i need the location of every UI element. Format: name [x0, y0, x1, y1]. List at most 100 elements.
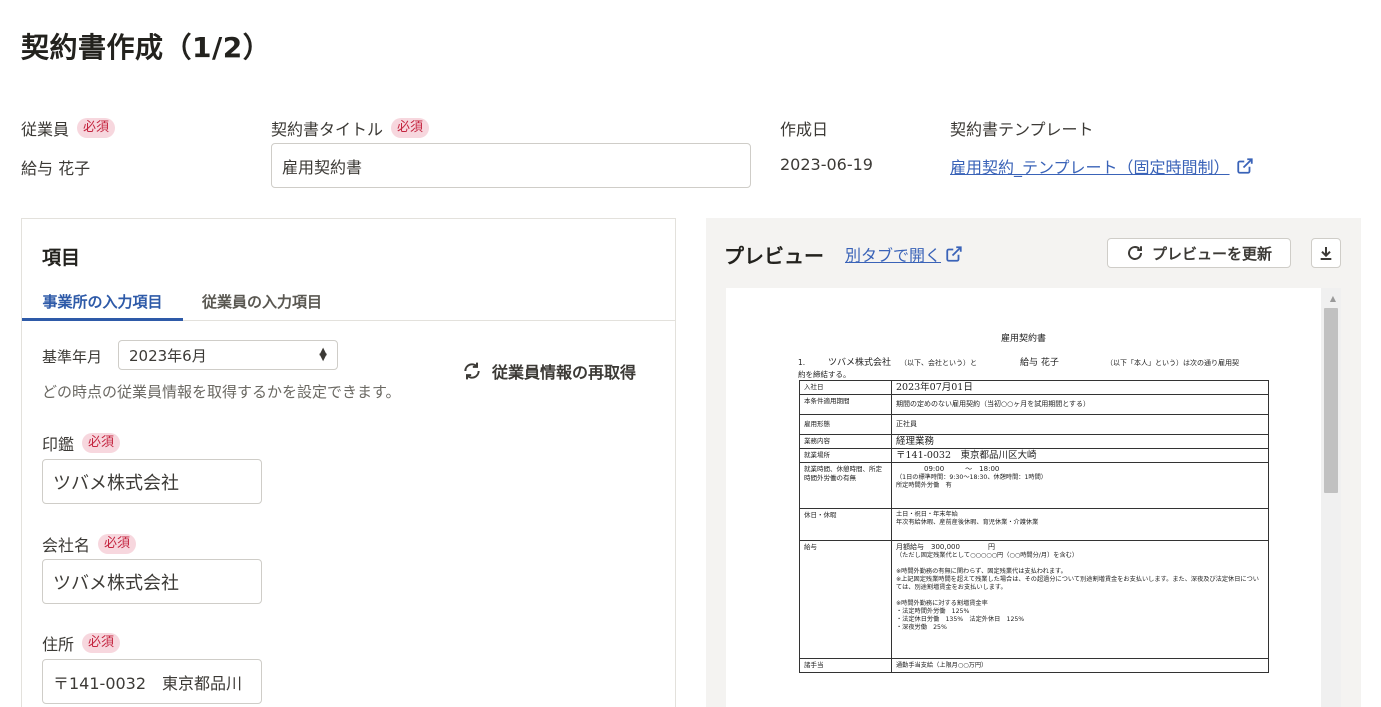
- contract-table: 入社日 2023年07月01日 本条件適用期間 期間の定めのない雇用契約（当初○○ヶ…: [799, 380, 1269, 673]
- intro-employee: 給与 花子: [1020, 358, 1059, 368]
- required-badge: 必須: [77, 118, 116, 138]
- row-value: 09:00 ～ 18:00 （1日の標準時間：9:30～18:30、休憩時間：1…: [891, 462, 1269, 509]
- seal-input[interactable]: ツバメ株式会社: [42, 459, 262, 504]
- row-value: 経理業務: [891, 434, 1269, 449]
- document-intro: 1. ツバメ株式会社 （以下、会社という）と 給与 花子 （以下「本人」という）は次の通…: [798, 357, 1278, 380]
- row-value-line: 所定時間外労働 有: [896, 482, 952, 489]
- page-title: 契約書作成（1/2）: [21, 31, 272, 64]
- intro-company-note: （以下、会社という）と: [900, 359, 977, 367]
- table-row: 業務内容 経理業務: [799, 434, 1269, 449]
- contract-title-label-text: 契約書タイトル: [271, 120, 384, 139]
- base-month-label: 基準年月: [42, 348, 103, 366]
- refetch-label: 従業員情報の再取得: [492, 363, 637, 382]
- tab-office-inputs[interactable]: 事業所の入力項目: [22, 291, 183, 321]
- row-key: 諸手当: [799, 658, 892, 673]
- row-key: 休日・休暇: [799, 508, 892, 541]
- table-row: 休日・休暇 土日・祝日・年末年始 年次有給休暇、産前産後休暇、育児休業・介護休業: [799, 508, 1269, 541]
- row-value: 期間の定めのない雇用契約（当初○○ヶ月を試用期間とする）: [891, 394, 1269, 415]
- row-value: 月額給与 300,000 円 （ただし固定残業代として○○○○○円（○○時間分/…: [891, 540, 1269, 659]
- contract-title-input[interactable]: 雇用契約書: [271, 143, 751, 188]
- preview-panel: プレビュー 別タブで開く プレビューを更新 雇用契約書 1. ツバメ株式会社 （以下…: [706, 218, 1361, 707]
- required-badge: 必須: [391, 118, 430, 138]
- row-value-line: （ただし固定残業代として○○○○○円（○○時間分/月）を含む）: [896, 552, 1079, 559]
- sync-icon: [464, 362, 480, 380]
- seal-label-text: 印鑑: [42, 435, 75, 454]
- row-key: 就業時間、休憩時間、所定時間外労働の有無: [799, 462, 892, 509]
- row-value-line: 土日・祝日・年末年始: [896, 511, 958, 518]
- row-value-line: 月額給与 300,000 円: [896, 543, 995, 551]
- table-row: 給与 月額給与 300,000 円 （ただし固定残業代として○○○○○円（○○時…: [799, 540, 1269, 659]
- refetch-employee-button[interactable]: 従業員情報の再取得: [462, 359, 636, 383]
- table-row: 入社日 2023年07月01日: [799, 380, 1269, 395]
- row-value: 通勤手当支給（上限月○○万円）: [891, 658, 1269, 673]
- scroll-thumb[interactable]: [1324, 308, 1338, 493]
- row-value-line: 年次有給休暇、産前産後休暇、育児休業・介護休業: [896, 519, 1039, 526]
- row-value-line: ・法定休日労働 135% 法定外休日 125%: [896, 616, 1025, 623]
- row-value-line: 09:00 ～ 18:00: [924, 465, 1000, 473]
- required-badge: 必須: [98, 534, 137, 554]
- row-key: 就業場所: [799, 448, 892, 463]
- row-value-line: ※上記固定残業時間を超えて残業した場合は、その超過分について別途割増賃金をお支払…: [896, 576, 1259, 591]
- row-value-line: （1日の標準時間：9:30～18:30、休憩時間：1時間）: [896, 474, 1047, 481]
- refresh-preview-label: プレビューを更新: [1151, 244, 1272, 263]
- intro-employee-note: （以下「本人」という）は次の通り雇用契: [1106, 359, 1239, 367]
- row-key: 業務内容: [799, 434, 892, 449]
- open-in-new-tab-link[interactable]: 別タブで開く: [845, 242, 963, 266]
- row-value-line: ※時間外勤務の有無に関わらず、固定残業代は支払われます。: [896, 568, 1067, 575]
- row-key: 雇用形態: [799, 414, 892, 435]
- address-label: 住所 必須: [42, 631, 121, 655]
- required-badge: 必須: [82, 433, 121, 453]
- row-value-line: ・法定時間外労働 125%: [896, 608, 970, 615]
- row-key: 入社日: [799, 380, 892, 395]
- external-link-icon: [946, 246, 962, 262]
- row-value: 2023年07月01日: [891, 380, 1269, 395]
- row-value: 〒141-0032 東京都品川区大崎: [891, 448, 1269, 463]
- table-row: 諸手当 通勤手当支給（上限月○○万円）: [799, 658, 1269, 673]
- select-arrows-icon: ▲ ▼: [319, 346, 327, 363]
- employee-value: 給与 花子: [21, 159, 91, 178]
- row-value: 正社員: [891, 414, 1269, 435]
- refresh-preview-button[interactable]: プレビューを更新: [1107, 238, 1291, 268]
- document-title: 雇用契約書: [1000, 334, 1046, 344]
- table-row: 就業時間、休憩時間、所定時間外労働の有無 09:00 ～ 18:00 （1日の標…: [799, 462, 1269, 509]
- created-date-value: 2023-06-19: [780, 155, 873, 174]
- template-label: 契約書テンプレート: [950, 120, 1094, 139]
- items-panel: 項目 事業所の入力項目 従業員の入力項目 基準年月 2023年6月 ▲ ▼ 従業員…: [21, 218, 676, 707]
- address-label-text: 住所: [42, 635, 75, 654]
- refresh-icon: [1128, 246, 1142, 260]
- table-row: 本条件適用期間 期間の定めのない雇用契約（当初○○ヶ月を試用期間とする）: [799, 394, 1269, 415]
- address-input[interactable]: 〒141-0032 東京都品川: [42, 659, 262, 704]
- base-month-value: 2023年6月: [129, 346, 207, 365]
- row-key: 本条件適用期間: [799, 394, 892, 415]
- download-button[interactable]: [1311, 238, 1341, 268]
- table-row: 雇用形態 正社員: [799, 414, 1269, 435]
- intro-num: 1.: [798, 358, 806, 367]
- row-value-line: ※時間外勤務に対する割増賃金率: [896, 600, 988, 607]
- download-icon: [1320, 247, 1332, 260]
- template-link[interactable]: 雇用契約_テンプレート（固定時間制）: [950, 154, 1254, 178]
- row-value-line: ・深夜労働 25%: [896, 624, 947, 631]
- preview-scrollbar[interactable]: ▲: [1321, 288, 1341, 707]
- company-name-label-text: 会社名: [42, 536, 91, 555]
- template-link-text[interactable]: 雇用契約_テンプレート（固定時間制）: [950, 154, 1230, 178]
- company-name-label: 会社名 必須: [42, 532, 137, 556]
- base-month-select[interactable]: 2023年6月 ▲ ▼: [118, 340, 338, 370]
- company-name-input[interactable]: ツバメ株式会社: [42, 559, 262, 604]
- intro-line2: 約を締結する。: [798, 370, 851, 379]
- intro-company: ツバメ株式会社: [828, 358, 892, 368]
- employee-label: 従業員 必須: [21, 116, 116, 140]
- tab-employee-inputs[interactable]: 従業員の入力項目: [187, 291, 337, 321]
- items-heading: 項目: [42, 247, 81, 269]
- table-row: 就業場所 〒141-0032 東京都品川区大崎: [799, 448, 1269, 463]
- items-tabs: 事業所の入力項目 従業員の入力項目: [22, 291, 675, 321]
- employee-label-text: 従業員: [21, 120, 70, 139]
- open-tab-text[interactable]: 別タブで開く: [845, 242, 941, 266]
- required-badge: 必須: [82, 633, 121, 653]
- scroll-up-arrow-icon[interactable]: ▲: [1330, 294, 1336, 303]
- seal-label: 印鑑 必須: [42, 431, 121, 455]
- preview-document[interactable]: 雇用契約書 1. ツバメ株式会社 （以下、会社という）と 給与 花子 （以下「本人」とい…: [726, 288, 1341, 707]
- row-value: 土日・祝日・年末年始 年次有給休暇、産前産後休暇、育児休業・介護休業: [891, 508, 1269, 541]
- preview-title: プレビュー: [724, 244, 824, 268]
- contract-title-label: 契約書タイトル 必須: [271, 116, 430, 140]
- external-link-icon: [1236, 158, 1253, 174]
